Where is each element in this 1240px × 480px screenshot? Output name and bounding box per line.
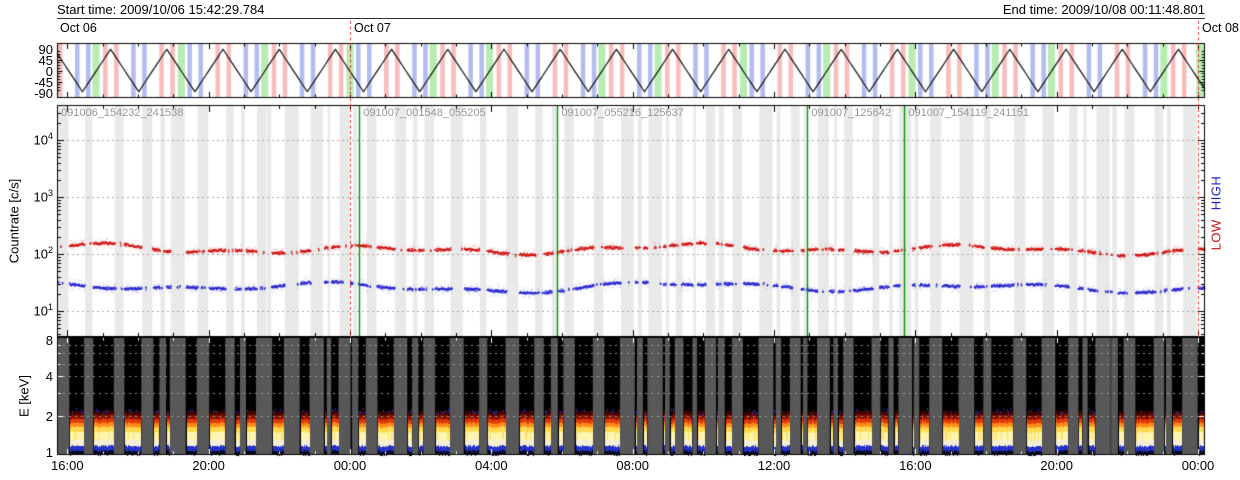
file-label: 091006_154232_241538: [61, 107, 184, 119]
x-tick-label: 00:00: [333, 458, 367, 473]
date-label: Oct 07: [353, 21, 391, 35]
file-label: 091007_125642: [811, 107, 891, 119]
file-label: 091007_001548_055205: [363, 107, 486, 119]
y-tick-label: 8: [45, 333, 53, 348]
header-rule: [57, 18, 1205, 19]
detector-legend: LOW HIGH: [1209, 176, 1224, 251]
x-tick-label: 04:00: [475, 458, 508, 473]
y-tick-label: 104: [33, 131, 53, 148]
end-time-label: End time: 2009/10/08 00:11:48.801: [1002, 2, 1205, 17]
y-tick-label: 101: [33, 302, 53, 319]
start-time-label: Start time: 2009/10/06 15:42:29.784: [57, 2, 265, 17]
x-tick-label: 00:00: [1181, 458, 1215, 473]
file-label: 091007_055216_125637: [561, 107, 684, 119]
date-label: Oct 06: [60, 21, 97, 35]
energy-axis-title: E [keV]: [16, 375, 32, 417]
plot-canvas: [0, 0, 1240, 480]
x-tick-label: 20:00: [192, 458, 225, 473]
x-tick-label: 16:00: [51, 458, 84, 473]
legend-low: LOW: [1208, 219, 1224, 251]
x-tick-label: 16:00: [899, 458, 932, 473]
x-tick-label: 08:00: [616, 458, 649, 473]
x-tick-label: 12:00: [757, 458, 791, 473]
file-label: 091007_154119_241151: [908, 107, 1030, 119]
countrate-axis-title: Countrate [c/s]: [6, 178, 22, 264]
date-label: Oct 08: [1202, 21, 1239, 35]
legend-high: HIGH: [1208, 175, 1224, 211]
figure: Start time: 2009/10/06 15:42:29.784 End …: [0, 0, 1240, 480]
y-tick-label: -90: [34, 85, 53, 101]
x-tick-label: 20:00: [1040, 458, 1073, 473]
